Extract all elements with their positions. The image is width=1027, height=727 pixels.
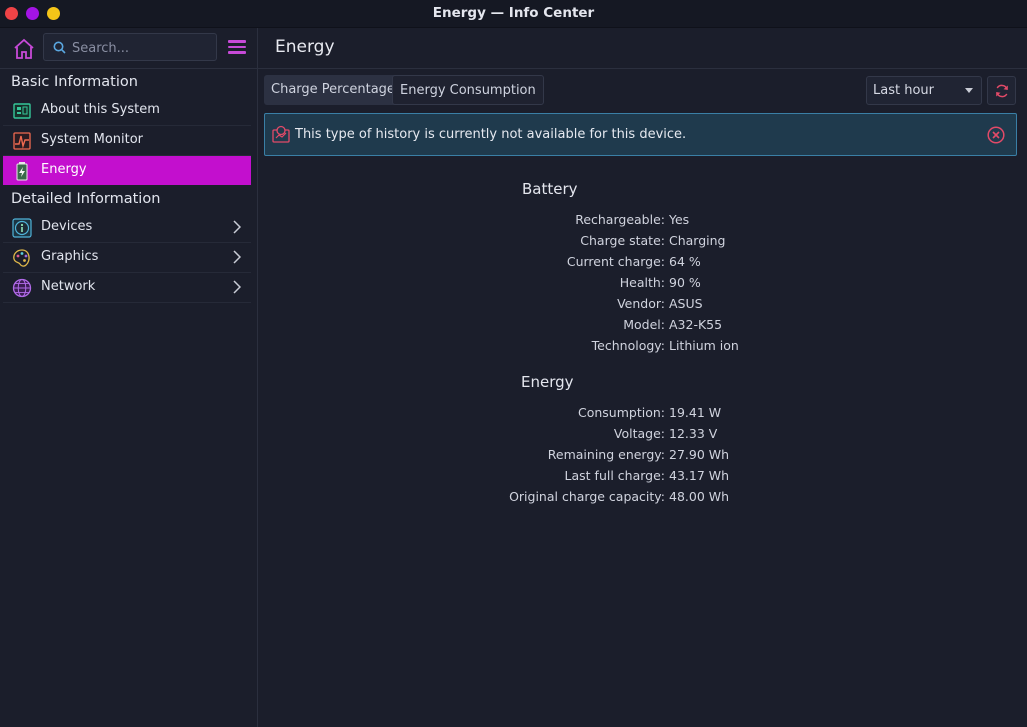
page-header: Energy — [258, 28, 1027, 69]
refresh-icon — [996, 84, 1008, 98]
info-banner: This type of history is currently not av… — [264, 113, 1017, 156]
menu-bar — [228, 51, 246, 54]
sidebar-item-label: Devices — [41, 219, 93, 234]
row-value: 64 % — [669, 254, 701, 269]
dropdown-arrow-icon — [965, 88, 973, 93]
search-field[interactable] — [43, 33, 217, 61]
row-value: 12.33 V — [669, 426, 718, 441]
battery-row: Model: A32-K55 — [258, 317, 1027, 337]
row-key: Vendor: — [617, 296, 665, 311]
home-icon — [14, 38, 34, 59]
row-key: Remaining energy: — [547, 447, 665, 462]
section-heading-basic: Basic Information — [11, 74, 138, 90]
battery-row: Health: 90 % — [258, 275, 1027, 295]
row-key: Voltage: — [613, 426, 665, 441]
row-value: Lithium ion — [669, 338, 739, 353]
search-input[interactable] — [70, 38, 214, 58]
sidebar-item-label: About this System — [41, 102, 160, 117]
energy-row: Original charge capacity: 48.00 Wh — [258, 489, 1027, 509]
row-value: 27.90 Wh — [669, 447, 730, 462]
row-key: Consumption: — [578, 405, 665, 420]
chevron-right-icon — [233, 220, 241, 234]
battery-row: Vendor: ASUS — [258, 296, 1027, 316]
timespan-select[interactable]: Last hour — [866, 76, 982, 105]
sidebar-item-system-monitor[interactable]: System Monitor — [3, 126, 251, 156]
section-heading-detailed: Detailed Information — [11, 191, 161, 207]
sidebar-item-network[interactable]: Network — [3, 273, 251, 303]
tab-charge-percentage[interactable]: Charge Percentage — [264, 75, 402, 105]
sidebar-toolbar — [0, 28, 257, 69]
close-icon[interactable] — [987, 126, 1005, 144]
computer-board-icon — [13, 103, 31, 119]
home-button[interactable] — [12, 37, 36, 61]
sidebar-item-energy[interactable]: Energy — [3, 156, 251, 185]
palette-icon — [13, 249, 30, 267]
globe-icon — [12, 278, 32, 298]
row-value: 19.41 W — [669, 405, 722, 420]
sidebar-item-label: Network — [41, 279, 96, 294]
sidebar-item-devices[interactable]: Devices — [3, 213, 251, 243]
row-key: Current charge: — [566, 254, 665, 269]
search-icon — [53, 41, 66, 54]
row-key: Original charge capacity: — [509, 489, 665, 504]
history-unavailable-icon — [272, 125, 290, 143]
row-value: 90 % — [669, 275, 701, 290]
row-key: Rechargeable: — [575, 212, 665, 227]
title-bar: Energy — Info Center — [0, 0, 1027, 28]
row-key: Last full charge: — [564, 468, 665, 483]
sidebar: Basic Information About this System Syst… — [0, 28, 258, 727]
row-value: Yes — [669, 212, 690, 227]
row-key: Technology: — [591, 338, 665, 353]
battery-row: Charge state: Charging — [258, 233, 1027, 253]
sidebar-item-graphics[interactable]: Graphics — [3, 243, 251, 273]
row-key: Health: — [619, 275, 665, 290]
battery-row: Rechargeable: Yes — [258, 212, 1027, 232]
row-value: Charging — [669, 233, 726, 248]
row-value: A32-K55 — [669, 317, 723, 332]
row-key: Model: — [623, 317, 665, 332]
menu-bar — [228, 40, 246, 43]
sidebar-item-label: System Monitor — [41, 132, 144, 147]
row-value: 43.17 Wh — [669, 468, 730, 483]
hamburger-menu-button[interactable] — [228, 40, 246, 54]
sidebar-item-about-this-system[interactable]: About this System — [3, 96, 251, 126]
main-panel: Energy Charge Percentage Energy Consumpt… — [258, 28, 1027, 727]
page-title: Energy — [275, 37, 335, 57]
chevron-right-icon — [233, 280, 241, 294]
sidebar-item-label: Graphics — [41, 249, 99, 264]
energy-row: Remaining energy: 27.90 Wh — [258, 447, 1027, 467]
energy-row: Last full charge: 43.17 Wh — [258, 468, 1027, 488]
battery-row: Technology: Lithium ion — [258, 338, 1027, 358]
menu-bar — [228, 45, 246, 48]
system-monitor-icon — [13, 132, 31, 150]
battery-row: Current charge: 64 % — [258, 254, 1027, 274]
energy-row: Consumption: 19.41 W — [258, 405, 1027, 425]
refresh-button[interactable] — [987, 76, 1016, 105]
row-key: Charge state: — [580, 233, 665, 248]
battery-icon — [16, 162, 28, 181]
window-title: Energy — Info Center — [432, 5, 595, 21]
row-value: 48.00 Wh — [669, 489, 730, 504]
chevron-right-icon — [233, 250, 241, 264]
banner-message: This type of history is currently not av… — [295, 127, 687, 142]
sidebar-item-label: Energy — [41, 162, 87, 177]
row-value: ASUS — [669, 296, 703, 311]
battery-heading: Battery — [522, 180, 578, 198]
energy-row: Voltage: 12.33 V — [258, 426, 1027, 446]
tab-energy-consumption[interactable]: Energy Consumption — [392, 75, 544, 105]
energy-heading: Energy — [521, 373, 574, 391]
timespan-value: Last hour — [873, 83, 934, 98]
info-icon — [12, 218, 32, 238]
